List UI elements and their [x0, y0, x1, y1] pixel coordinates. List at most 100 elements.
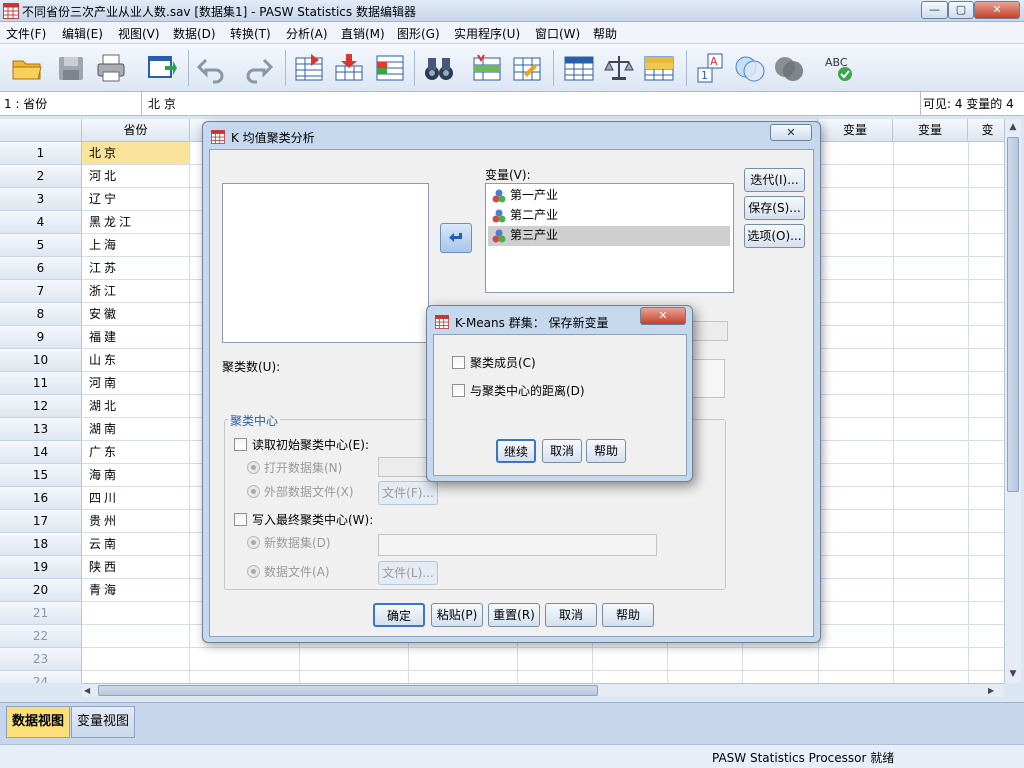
corner-cell[interactable] [0, 119, 82, 142]
menu-utilities[interactable]: 实用程序(U) [454, 25, 520, 42]
row-header[interactable]: 16 [0, 487, 82, 510]
grid-cell[interactable]: 安徽 [82, 303, 190, 326]
menu-view[interactable]: 视图(V) [118, 25, 160, 42]
grid-cell[interactable]: 河北 [82, 165, 190, 188]
kmeans-close-button[interactable]: ✕ [770, 124, 812, 141]
menu-edit[interactable]: 编辑(E) [62, 25, 103, 42]
variables-list[interactable]: 第一产业 第二产业 第三产业 [485, 183, 734, 293]
spell-check-icon[interactable]: ABC [823, 52, 857, 84]
new-dataset-name-field[interactable] [378, 534, 657, 556]
goto-case-icon[interactable] [293, 52, 327, 84]
write-final-centers-checkbox[interactable] [234, 513, 247, 526]
grid-cell[interactable]: 陕西 [82, 556, 190, 579]
tab-variable-view[interactable]: 变量视图 [71, 706, 136, 738]
row-header[interactable]: 14 [0, 441, 82, 464]
column-header-var[interactable]: 变量 [893, 119, 968, 142]
row-header[interactable]: 15 [0, 464, 82, 487]
ok-button[interactable]: 确定 [373, 603, 425, 627]
row-header[interactable]: 9 [0, 326, 82, 349]
grid-cell[interactable]: 湖北 [82, 395, 190, 418]
row-header[interactable]: 1 [0, 142, 82, 165]
case-label-field[interactable] [690, 321, 728, 341]
insert-cases-icon[interactable] [470, 52, 504, 84]
menu-data[interactable]: 数据(D) [173, 25, 216, 42]
file-button-final[interactable]: 文件(L)... [378, 561, 438, 585]
scroll-left-arrow-icon[interactable]: ◀ [84, 685, 96, 697]
open-dataset-dropdown[interactable] [378, 457, 430, 477]
variable-item[interactable]: 第一产业 [488, 186, 730, 206]
row-header[interactable]: 20 [0, 579, 82, 602]
menu-file[interactable]: 文件(F) [6, 25, 46, 42]
close-button[interactable]: ✕ [974, 1, 1020, 19]
grid-cell[interactable] [82, 625, 190, 648]
grid-cell[interactable]: 山东 [82, 349, 190, 372]
row-header[interactable]: 3 [0, 188, 82, 211]
variable-item-selected[interactable]: 第三产业 [488, 226, 730, 246]
save-dialog-close-button[interactable]: ✕ [640, 307, 686, 325]
row-header[interactable]: 6 [0, 257, 82, 280]
row-header[interactable]: 21 [0, 602, 82, 625]
row-header[interactable]: 23 [0, 648, 82, 671]
read-initial-centers-checkbox[interactable] [234, 438, 247, 451]
cell-value-editor[interactable]: 北 京 [148, 95, 176, 112]
grid-cell[interactable]: 辽宁 [82, 188, 190, 211]
row-header[interactable]: 11 [0, 372, 82, 395]
row-header[interactable]: 7 [0, 280, 82, 303]
maximize-button[interactable]: ▢ [948, 1, 974, 19]
value-labels-icon[interactable]: A1 [694, 52, 728, 84]
move-variable-button[interactable] [440, 223, 472, 253]
options-button[interactable]: 选项(O)... [744, 224, 805, 248]
row-header[interactable]: 13 [0, 418, 82, 441]
iterate-button[interactable]: 迭代(I)... [744, 168, 805, 192]
tab-data-view[interactable]: 数据视图 [6, 706, 71, 738]
save-cancel-button[interactable]: 取消 [542, 439, 582, 463]
scroll-down-arrow-icon[interactable]: ▼ [1005, 666, 1021, 682]
recall-dialog-icon[interactable] [145, 52, 179, 84]
column-header-var[interactable]: 变量 [818, 119, 893, 142]
show-all-variables-icon[interactable] [772, 52, 806, 84]
split-file-icon[interactable] [562, 52, 596, 84]
menu-window[interactable]: 窗口(W) [535, 25, 580, 42]
variable-item[interactable]: 第二产业 [488, 206, 730, 226]
save-help-button[interactable]: 帮助 [586, 439, 626, 463]
grid-cell[interactable]: 海南 [82, 464, 190, 487]
scroll-up-arrow-icon[interactable]: ▲ [1005, 119, 1021, 135]
new-dataset-radio[interactable] [247, 536, 260, 549]
grid-cell[interactable]: 云南 [82, 533, 190, 556]
grid-cell[interactable] [82, 602, 190, 625]
external-file-radio[interactable] [247, 485, 260, 498]
insert-variable-icon[interactable] [510, 52, 544, 84]
continue-button[interactable]: 继续 [496, 439, 536, 463]
weight-cases-icon[interactable] [602, 52, 636, 84]
menu-graphs[interactable]: 图形(G) [397, 25, 440, 42]
grid-cell[interactable]: 黑龙江 [82, 211, 190, 234]
open-folder-icon[interactable] [10, 52, 44, 84]
grid-cell[interactable] [82, 671, 190, 683]
grid-cell[interactable] [82, 648, 190, 671]
scroll-right-arrow-icon[interactable]: ▶ [988, 685, 1000, 697]
horizontal-scroll-thumb[interactable] [98, 685, 598, 696]
save-button[interactable]: 保存(S)... [744, 196, 805, 220]
source-variable-list[interactable] [222, 183, 429, 343]
row-header[interactable]: 12 [0, 395, 82, 418]
use-variable-sets-icon[interactable] [733, 52, 767, 84]
undo-icon[interactable] [196, 52, 230, 84]
select-cases-icon[interactable] [642, 52, 676, 84]
row-header[interactable]: 5 [0, 234, 82, 257]
goto-variable-icon[interactable] [333, 52, 367, 84]
grid-cell-selected[interactable]: 北京 [82, 142, 190, 165]
menu-help[interactable]: 帮助 [593, 25, 617, 42]
grid-cell[interactable]: 上海 [82, 234, 190, 257]
row-header[interactable]: 24 [0, 671, 82, 683]
horizontal-scrollbar[interactable]: ◀ ▶ [82, 683, 1004, 697]
vertical-scroll-thumb[interactable] [1007, 137, 1019, 492]
minimize-button[interactable]: — [921, 1, 948, 19]
row-header[interactable]: 22 [0, 625, 82, 648]
row-header[interactable]: 17 [0, 510, 82, 533]
row-header[interactable]: 8 [0, 303, 82, 326]
grid-cell[interactable]: 福建 [82, 326, 190, 349]
distance-checkbox[interactable] [452, 384, 465, 397]
grid-cell[interactable]: 浙江 [82, 280, 190, 303]
menu-transform[interactable]: 转换(T) [230, 25, 271, 42]
row-header[interactable]: 19 [0, 556, 82, 579]
